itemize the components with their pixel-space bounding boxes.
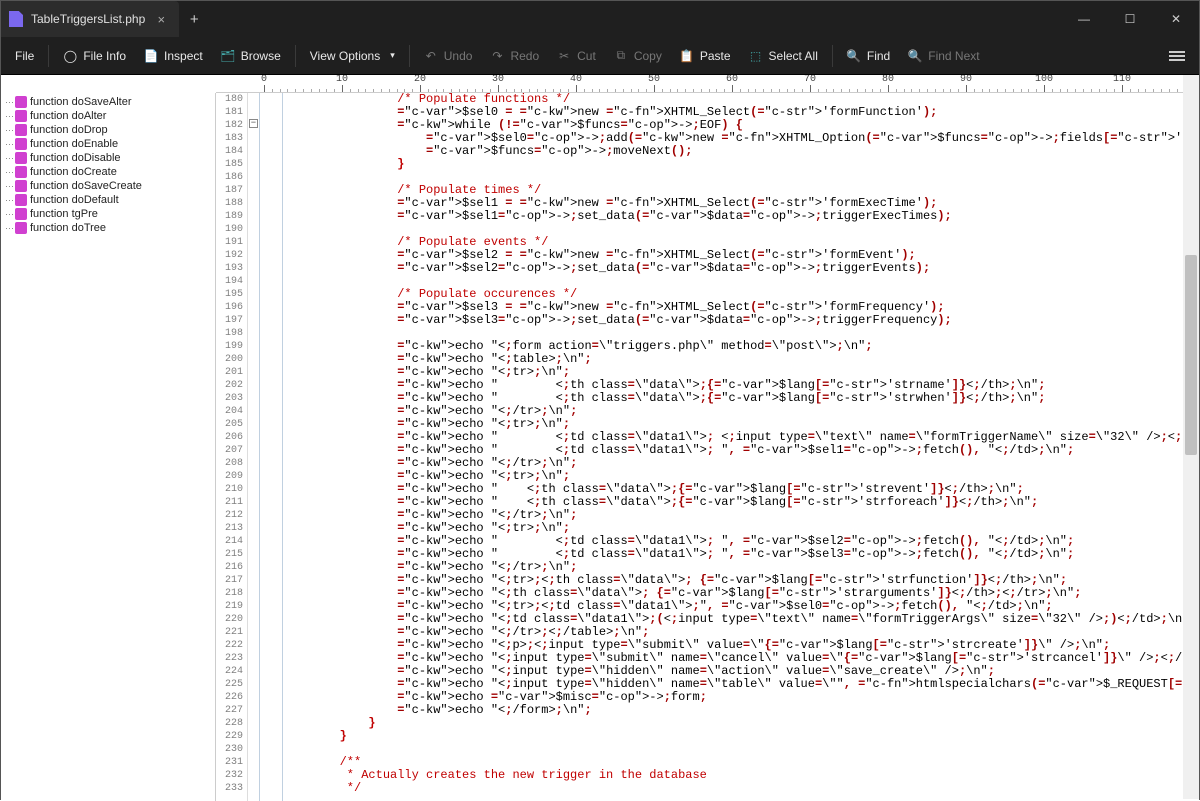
- outline-label: function doTree: [30, 222, 106, 234]
- view-options-menu[interactable]: View Options▾: [302, 44, 403, 68]
- code-line[interactable]: ="c-kw">echo "<;/form>;\n";: [262, 704, 1199, 717]
- outline-label: function tgPre: [30, 208, 98, 220]
- outline-label: function doDefault: [30, 194, 119, 206]
- function-icon: [15, 222, 27, 234]
- outline-label: function doDisable: [30, 152, 121, 164]
- code-line[interactable]: }: [262, 158, 1199, 171]
- new-tab-button[interactable]: +: [179, 1, 209, 37]
- outline-item[interactable]: ⋯function doAlter: [1, 109, 215, 123]
- function-icon: [15, 110, 27, 122]
- outline-item[interactable]: ⋯function doDrop: [1, 123, 215, 137]
- info-icon: ◯: [63, 49, 77, 63]
- title-bar: TableTriggersList.php × + — ☐ ✕: [1, 1, 1199, 37]
- code-line[interactable]: */: [262, 782, 1199, 795]
- outline-label: function doSaveAlter: [30, 96, 132, 108]
- function-icon: [15, 180, 27, 192]
- copy-button[interactable]: ⧉Copy: [606, 44, 670, 68]
- redo-icon: ↷: [490, 49, 504, 63]
- paste-button[interactable]: 📋Paste: [672, 44, 739, 68]
- browse-button[interactable]: 🗂Browse: [213, 44, 289, 68]
- code-line[interactable]: ="c-var">$sel2="c-op">->;set_data(="c-va…: [262, 262, 1199, 275]
- php-file-icon: [9, 11, 23, 27]
- close-tab-icon[interactable]: ×: [153, 11, 169, 27]
- outline-item[interactable]: ⋯function doEnable: [1, 137, 215, 151]
- function-icon: [15, 96, 27, 108]
- function-icon: [15, 208, 27, 220]
- code-line[interactable]: ="c-var">$sel1="c-op">->;set_data(="c-va…: [262, 210, 1199, 223]
- fold-toggle[interactable]: −: [249, 119, 258, 128]
- inspect-button[interactable]: 📄Inspect: [136, 44, 211, 68]
- undo-button[interactable]: ↶Undo: [416, 44, 481, 68]
- function-icon: [15, 194, 27, 206]
- code-line[interactable]: * Actually creates the new trigger in th…: [262, 769, 1199, 782]
- file-menu[interactable]: File: [7, 44, 42, 68]
- code-line[interactable]: }: [262, 717, 1199, 730]
- select-all-icon: ⬚: [749, 49, 763, 63]
- code-line[interactable]: [262, 743, 1199, 756]
- line-number-gutter: 1801811821831841851861871881891901911921…: [216, 93, 248, 801]
- outline-item[interactable]: ⋯function doSaveAlter: [1, 95, 215, 109]
- code-line[interactable]: }: [262, 730, 1199, 743]
- inspect-icon: 📄: [144, 49, 158, 63]
- window-controls: — ☐ ✕: [1061, 1, 1199, 37]
- code-area[interactable]: /* Populate functions */ ="c-var">$sel0 …: [260, 93, 1199, 801]
- function-icon: [15, 138, 27, 150]
- find-button[interactable]: 🔍Find: [839, 44, 898, 68]
- outline-label: function doAlter: [30, 110, 106, 122]
- find-next-button[interactable]: 🔍Find Next: [900, 44, 987, 68]
- function-icon: [15, 152, 27, 164]
- file-info-button[interactable]: ◯File Info: [55, 44, 134, 68]
- chevron-down-icon: ▾: [390, 50, 395, 61]
- undo-icon: ↶: [424, 49, 438, 63]
- select-all-button[interactable]: ⬚Select All: [741, 44, 826, 68]
- redo-button[interactable]: ↷Redo: [482, 44, 547, 68]
- browse-icon: 🗂: [221, 49, 235, 63]
- function-icon: [15, 124, 27, 136]
- code-editor[interactable]: 1801811821831841851861871881891901911921…: [216, 93, 1199, 801]
- outline-label: function doEnable: [30, 138, 118, 150]
- fold-column[interactable]: −: [248, 93, 260, 801]
- outline-item[interactable]: ⋯function doTree: [1, 221, 215, 235]
- tab-title: TableTriggersList.php: [31, 12, 145, 26]
- outline-item[interactable]: ⋯function doCreate: [1, 165, 215, 179]
- outline-label: function doDrop: [30, 124, 108, 136]
- outline-label: function doSaveCreate: [30, 180, 142, 192]
- outline-item[interactable]: ⋯function doSaveCreate: [1, 179, 215, 193]
- menu-button[interactable]: [1161, 44, 1193, 68]
- ruler: 0102030405060708090100110: [216, 75, 1199, 93]
- cut-icon: ✂: [557, 49, 571, 63]
- search-icon: 🔍: [847, 49, 861, 63]
- outline-sidebar: ⋯function doSaveAlter⋯function doAlter⋯f…: [1, 93, 216, 801]
- function-icon: [15, 166, 27, 178]
- vertical-scrollbar[interactable]: [1183, 75, 1199, 799]
- find-next-icon: 🔍: [908, 49, 922, 63]
- maximize-button[interactable]: ☐: [1107, 1, 1153, 37]
- minimize-button[interactable]: —: [1061, 1, 1107, 37]
- cut-button[interactable]: ✂Cut: [549, 44, 604, 68]
- outline-item[interactable]: ⋯function doDisable: [1, 151, 215, 165]
- copy-icon: ⧉: [614, 49, 628, 63]
- scrollbar-thumb[interactable]: [1185, 255, 1197, 455]
- outline-item[interactable]: ⋯function doDefault: [1, 193, 215, 207]
- code-line[interactable]: ="c-var">$sel3="c-op">->;set_data(="c-va…: [262, 314, 1199, 327]
- close-window-button[interactable]: ✕: [1153, 1, 1199, 37]
- paste-icon: 📋: [680, 49, 694, 63]
- outline-label: function doCreate: [30, 166, 117, 178]
- file-tab[interactable]: TableTriggersList.php ×: [1, 1, 179, 37]
- outline-item[interactable]: ⋯function tgPre: [1, 207, 215, 221]
- toolbar: File ◯File Info 📄Inspect 🗂Browse View Op…: [1, 37, 1199, 75]
